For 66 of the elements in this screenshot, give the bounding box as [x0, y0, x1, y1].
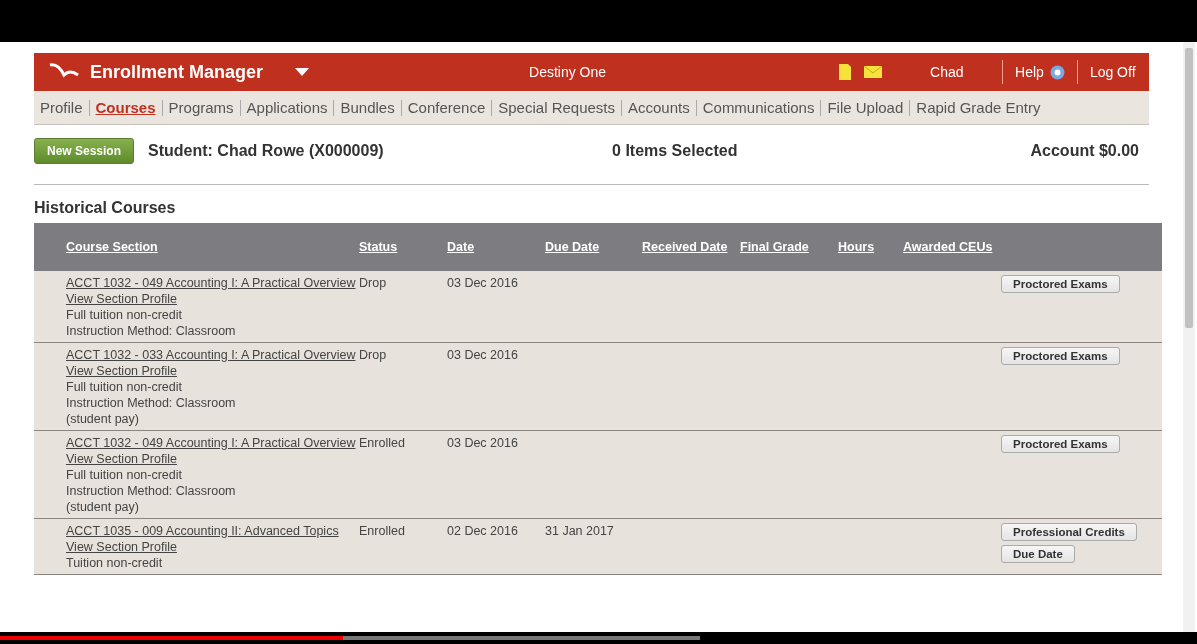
nav-tab[interactable]: Programs [168, 99, 234, 116]
help-link[interactable]: Help [1015, 64, 1044, 80]
course-link[interactable]: ACCT 1035 - 009 Accounting II: Advanced Topics [66, 523, 339, 539]
column-header[interactable]: Due Date [545, 240, 600, 254]
course-link[interactable]: View Section Profile [66, 363, 177, 379]
course-detail: Full tuition non-credit [66, 467, 183, 483]
items-selected-count: 0 Items Selected [612, 141, 739, 160]
table-cell-text: 03 Dec 2016 [447, 275, 519, 291]
nav-tab[interactable]: File Upload [827, 99, 904, 116]
nav-tab[interactable]: Special Requests [498, 99, 615, 116]
column-header[interactable]: Final Grade [740, 240, 809, 254]
column-header[interactable]: Hours [838, 240, 875, 254]
user-link[interactable]: Chad [930, 64, 991, 80]
help-icon[interactable] [1049, 64, 1065, 80]
course-detail: Instruction Method: Classroom [66, 395, 236, 411]
course-link[interactable]: ACCT 1032 - 033 Accounting I: A Practical Overview [66, 347, 356, 363]
row-action-button[interactable]: Proctored Exams [1001, 347, 1120, 365]
nav-tab[interactable]: Courses [95, 99, 156, 116]
nav-tab[interactable]: Profile [40, 99, 83, 116]
table-cell-text: Drop [359, 347, 388, 363]
app-title: Enrollment Manager [90, 61, 264, 83]
course-detail: (student pay) [66, 499, 139, 515]
table-cell-text: Enrolled [359, 435, 406, 451]
note-icon[interactable] [838, 63, 853, 81]
course-link[interactable]: ACCT 1032 - 049 Accounting I: A Practical Overview [66, 275, 356, 291]
column-header[interactable]: Awarded CEUs [903, 240, 993, 254]
column-header[interactable]: Course Section [66, 240, 158, 254]
table-cell-text: 31 Jan 2017 [545, 523, 615, 539]
course-detail: Instruction Method: Classroom [66, 323, 236, 339]
institution-name: Destiny One [529, 64, 607, 80]
column-header[interactable]: Received Date [642, 240, 728, 254]
table-cell-text: Enrolled [359, 523, 406, 539]
log-off-link[interactable]: Log Off [1089, 64, 1136, 80]
course-link[interactable]: View Section Profile [66, 291, 177, 307]
course-link[interactable]: View Section Profile [66, 539, 177, 555]
nav-tab[interactable]: Bundles [340, 99, 395, 116]
new-session-button[interactable]: New Session [34, 137, 135, 164]
nav-tab[interactable]: Communications [702, 99, 815, 116]
table-cell-text: Drop [359, 275, 388, 291]
account-balance: Account $0.00 [1030, 141, 1139, 160]
nav-tab[interactable]: Accounts [628, 99, 690, 116]
row-action-button[interactable]: Professional Credits [1001, 523, 1137, 541]
nav-tab[interactable]: Applications [246, 99, 328, 116]
video-progress-bar[interactable] [0, 632, 1197, 644]
section-title: Historical Courses [34, 199, 177, 217]
row-action-button[interactable]: Due Date [1001, 545, 1075, 563]
nav-tab[interactable]: Rapid Grade Entry [916, 99, 1041, 116]
student-name: Student: Chad Rowe (X000009) [148, 141, 385, 160]
course-detail: (student pay) [66, 411, 139, 427]
column-header[interactable]: Status [359, 240, 398, 254]
row-action-button[interactable]: Proctored Exams [1001, 275, 1120, 293]
nav-tab[interactable]: Conference [407, 99, 486, 116]
column-header[interactable]: Date [447, 240, 475, 254]
scrollbar[interactable] [1183, 42, 1195, 632]
course-detail: Instruction Method: Classroom [66, 483, 236, 499]
course-link[interactable]: ACCT 1032 - 049 Accounting I: A Practical Overview [66, 435, 356, 451]
dropdown-caret-icon[interactable] [295, 67, 310, 77]
mail-icon[interactable] [864, 66, 883, 78]
table-cell-text: 03 Dec 2016 [447, 347, 519, 363]
course-detail: Tuition non-credit [66, 555, 163, 571]
table-cell-text: 02 Dec 2016 [447, 523, 519, 539]
row-action-button[interactable]: Proctored Exams [1001, 435, 1120, 453]
course-detail: Full tuition non-credit [66, 307, 183, 323]
course-link[interactable]: View Section Profile [66, 451, 177, 467]
table-cell-text: 03 Dec 2016 [447, 435, 519, 451]
course-detail: Full tuition non-credit [66, 379, 183, 395]
